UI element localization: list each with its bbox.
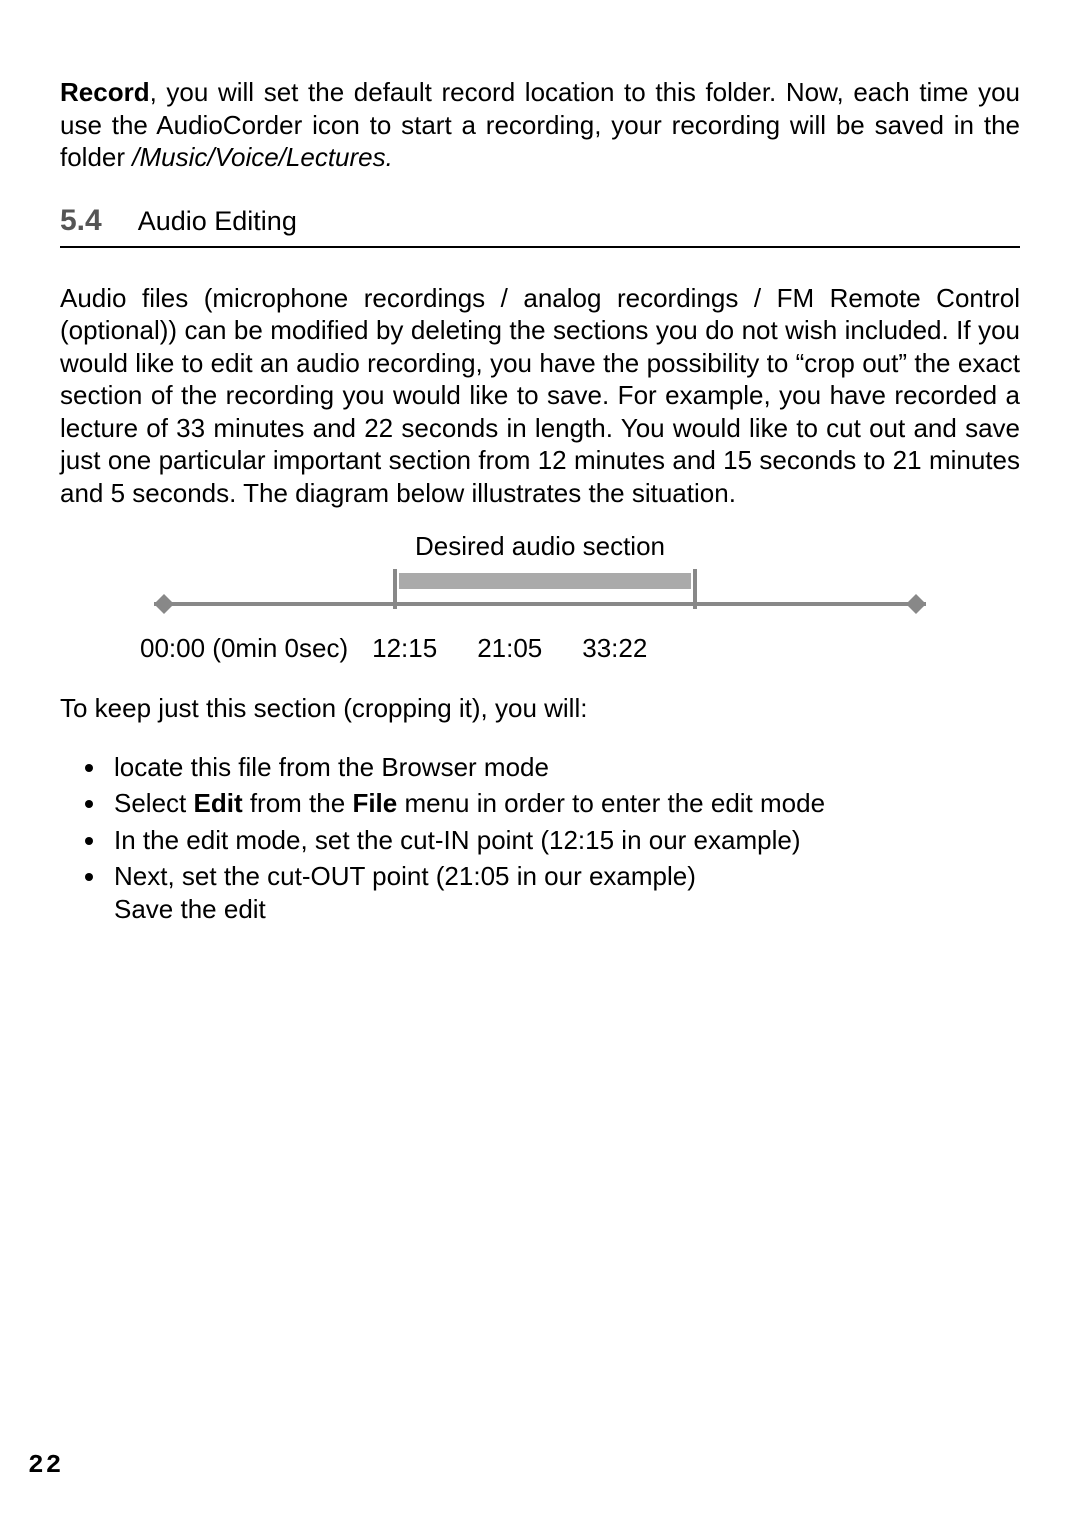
list-item: Next, set the cut-OUT point (21:05 in ou… bbox=[108, 860, 1020, 925]
crop-steps-list: locate this file from the Browser mode S… bbox=[60, 751, 1020, 926]
audio-editing-paragraph: Audio files (microphone recordings / ana… bbox=[60, 282, 1020, 510]
audio-section-diagram: Desired audio section 00:00 (0min 0sec) … bbox=[140, 533, 940, 664]
list-item: In the edit mode, set the cut-IN point (… bbox=[108, 824, 1020, 857]
save-edit-line: Save the edit bbox=[114, 893, 1020, 926]
section-heading: 5.4 Audio Editing bbox=[60, 200, 1020, 248]
intro-lead-bold: Record bbox=[60, 77, 150, 107]
menu-file-label: File bbox=[352, 788, 397, 818]
list-item: locate this file from the Browser mode bbox=[108, 751, 1020, 784]
intro-paragraph: Record, you will set the default record … bbox=[60, 76, 1020, 174]
section-title: Audio Editing bbox=[138, 206, 297, 237]
timeline-svg bbox=[140, 559, 940, 629]
time-cutin-label: 12:15 bbox=[372, 633, 437, 664]
section-number: 5.4 bbox=[60, 204, 102, 238]
menu-edit-label: Edit bbox=[194, 788, 243, 818]
time-cutout-label: 21:05 bbox=[477, 633, 542, 664]
cropping-intro: To keep just this section (cropping it),… bbox=[60, 692, 1020, 725]
page-number: 22 bbox=[28, 1450, 63, 1480]
diagram-caption: Desired audio section bbox=[140, 533, 940, 559]
list-item: Select Edit from the File menu in order … bbox=[108, 787, 1020, 820]
time-start-label: 00:00 (0min 0sec) bbox=[140, 633, 348, 664]
time-end-label: 33:22 bbox=[582, 633, 647, 664]
diagram-time-labels: 00:00 (0min 0sec) 12:15 21:05 33:22 bbox=[140, 629, 940, 664]
intro-folder-path: /Music/Voice/Lectures. bbox=[132, 142, 393, 172]
